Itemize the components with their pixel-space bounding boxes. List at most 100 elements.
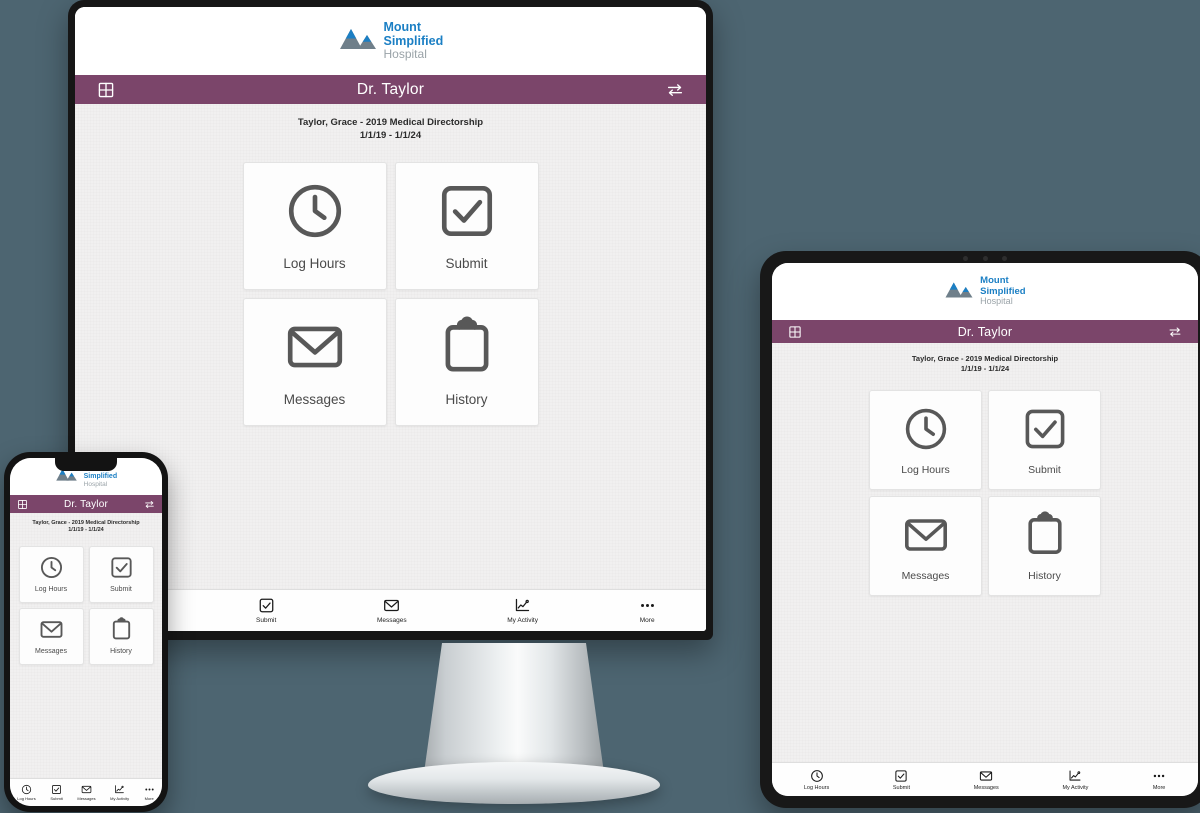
tile-submit[interactable]: Submit: [88, 545, 154, 603]
assignment-subtitle: Taylor, Grace - 2019 Medical Directorshi…: [32, 520, 139, 535]
checkbox-check-icon: [436, 180, 498, 242]
activity-chart-icon: [114, 784, 125, 795]
brand-logo-line3: Hospital: [383, 47, 427, 62]
brand-logo-text: MountSimplifiedHospital: [980, 276, 1025, 306]
brand-logo-text: MountSimplifiedHospital: [384, 21, 444, 61]
brand-logo: MountSimplifiedHospital: [944, 276, 1026, 306]
clock-icon: [21, 784, 32, 795]
tab-my-activity[interactable]: My Activity: [507, 597, 538, 624]
activity-chart-icon: [514, 597, 531, 614]
tile-label: Log Hours: [34, 586, 68, 594]
phone-device: MountSimplifiedHospitalDr. TaylorTaylor,…: [4, 452, 168, 812]
main-content: Taylor, Grace - 2019 Medical Directorshi…: [772, 343, 1198, 762]
tab-messages[interactable]: Messages: [377, 597, 407, 624]
grid-icon[interactable]: [17, 499, 28, 510]
tab-submit[interactable]: Submit: [50, 784, 63, 801]
activity-chart-icon: [1068, 769, 1082, 783]
brand-logo-line3: Hospital: [980, 295, 1013, 306]
monitor-stand-base: [368, 762, 660, 804]
assignment-name: Taylor, Grace - 2019 Medical Directorshi…: [32, 520, 140, 526]
tab-my-activity[interactable]: My Activity: [1062, 769, 1088, 791]
clock-icon: [39, 555, 64, 580]
tablet-bezel: Mount Simplified Hospital Dr. Taylor Taylor,…: [760, 251, 1200, 808]
tab-label: Submit: [256, 617, 277, 624]
mountain-logo-icon: [338, 27, 378, 55]
checkbox-check-icon: [109, 555, 134, 580]
assignment-date-range: 1/1/19 - 1/1/24: [960, 364, 1010, 374]
tile-history[interactable]: History: [88, 607, 154, 665]
tile-label: Log Hours: [283, 256, 346, 272]
tile-label: Submit: [445, 256, 488, 272]
tile-history[interactable]: History: [394, 297, 539, 426]
assignment-name: Taylor, Grace - 2019 Medical Directorshi…: [911, 354, 1059, 363]
tile-log-hours[interactable]: Log Hours: [869, 390, 982, 491]
logo-bar: MountSimplifiedHospital: [75, 7, 706, 75]
logo-bar: MountSimplifiedHospital: [772, 263, 1198, 320]
tile-grid: Log Hours Submit Messages History: [242, 161, 539, 426]
tab-my-activity[interactable]: My Activity: [110, 784, 129, 801]
tab-more[interactable]: More: [144, 784, 155, 801]
phone-notch: [55, 458, 117, 471]
tile-label: History: [1028, 569, 1061, 582]
tile-grid: Log Hours Submit Messages History: [18, 545, 154, 665]
envelope-icon: [81, 784, 92, 795]
tile-label: Log Hours: [901, 463, 950, 476]
main-content: Taylor, Grace - 2019 Medical Directorshi…: [10, 513, 162, 778]
clock-icon: [902, 405, 950, 453]
tile-messages[interactable]: Messages: [18, 607, 84, 665]
monitor-screen: Mount Simplified Hospital Dr. Taylor Taylor,…: [75, 7, 706, 631]
tile-label: Messages: [35, 648, 67, 656]
swap-arrows-icon[interactable]: [666, 81, 684, 99]
swap-arrows-icon[interactable]: [144, 499, 155, 510]
app-title-bar: Dr. Taylor: [10, 495, 162, 513]
tab-label: My Activity: [1062, 784, 1089, 791]
grid-icon[interactable]: [788, 325, 802, 339]
tab-log-hours[interactable]: Log Hours: [17, 784, 36, 801]
clock-icon: [810, 769, 824, 783]
tile-messages[interactable]: Messages: [869, 496, 982, 597]
tab-messages[interactable]: Messages: [974, 769, 999, 791]
tab-log-hours[interactable]: Log Hours: [804, 769, 829, 791]
bottom-tab-bar: Log HoursSubmitMessagesMy ActivityMore: [75, 589, 706, 631]
tile-history[interactable]: History: [988, 496, 1101, 597]
tablet-camera-icons: [963, 256, 1007, 261]
envelope-icon: [902, 511, 950, 559]
grid-icon[interactable]: [97, 81, 115, 99]
phone-screen: MountSimplifiedHospitalDr. TaylorTaylor,…: [10, 458, 162, 806]
tab-label: Submit: [892, 784, 911, 791]
tab-submit[interactable]: Submit: [256, 597, 276, 624]
envelope-icon: [383, 597, 400, 614]
tab-messages[interactable]: Messages: [77, 784, 96, 801]
brand-logo: MountSimplifiedHospital: [338, 21, 443, 61]
tab-label: Messages: [973, 784, 999, 791]
tile-label: Messages: [901, 569, 950, 582]
tab-label: More: [639, 617, 655, 624]
tile-log-hours[interactable]: Log Hours: [18, 545, 84, 603]
tab-more[interactable]: More: [639, 597, 656, 624]
assignment-subtitle: Taylor, Grace - 2019 Medical Directorshi…: [912, 354, 1058, 374]
brand-logo-line1: Mount: [383, 20, 421, 35]
page-title: Dr. Taylor: [356, 80, 425, 98]
bottom-tab-bar: Log Hours Submit Messages My Activity More: [772, 762, 1198, 796]
tile-messages[interactable]: Messages: [242, 297, 387, 426]
tab-label: Messages: [77, 796, 96, 801]
swap-arrows-icon[interactable]: [1168, 325, 1182, 339]
brand-logo-line3: Hospital: [83, 480, 108, 488]
tile-submit[interactable]: Submit: [394, 161, 539, 290]
clock-icon: [284, 180, 346, 242]
tab-more[interactable]: More: [1152, 769, 1166, 791]
tile-grid: Log Hours Submit Messages History: [869, 390, 1101, 597]
app-title-bar: Dr. Taylor: [772, 320, 1198, 343]
assignment-date-range: 1/1/19 - 1/1/24: [68, 527, 104, 534]
tab-label: More: [144, 796, 154, 801]
clipboard-icon: [1021, 511, 1069, 559]
ellipsis-icon: [1152, 769, 1166, 783]
checkbox-check-icon: [1021, 405, 1069, 453]
app-screen-tablet: Mount Simplified Hospital Dr. Taylor Taylor,…: [772, 263, 1198, 796]
tile-submit[interactable]: Submit: [988, 390, 1101, 491]
tab-label: Submit: [50, 796, 63, 801]
checkbox-check-icon: [894, 769, 908, 783]
tile-log-hours[interactable]: Log Hours: [242, 161, 387, 290]
tab-submit[interactable]: Submit: [893, 769, 910, 791]
tab-label: Log Hours: [803, 784, 830, 791]
